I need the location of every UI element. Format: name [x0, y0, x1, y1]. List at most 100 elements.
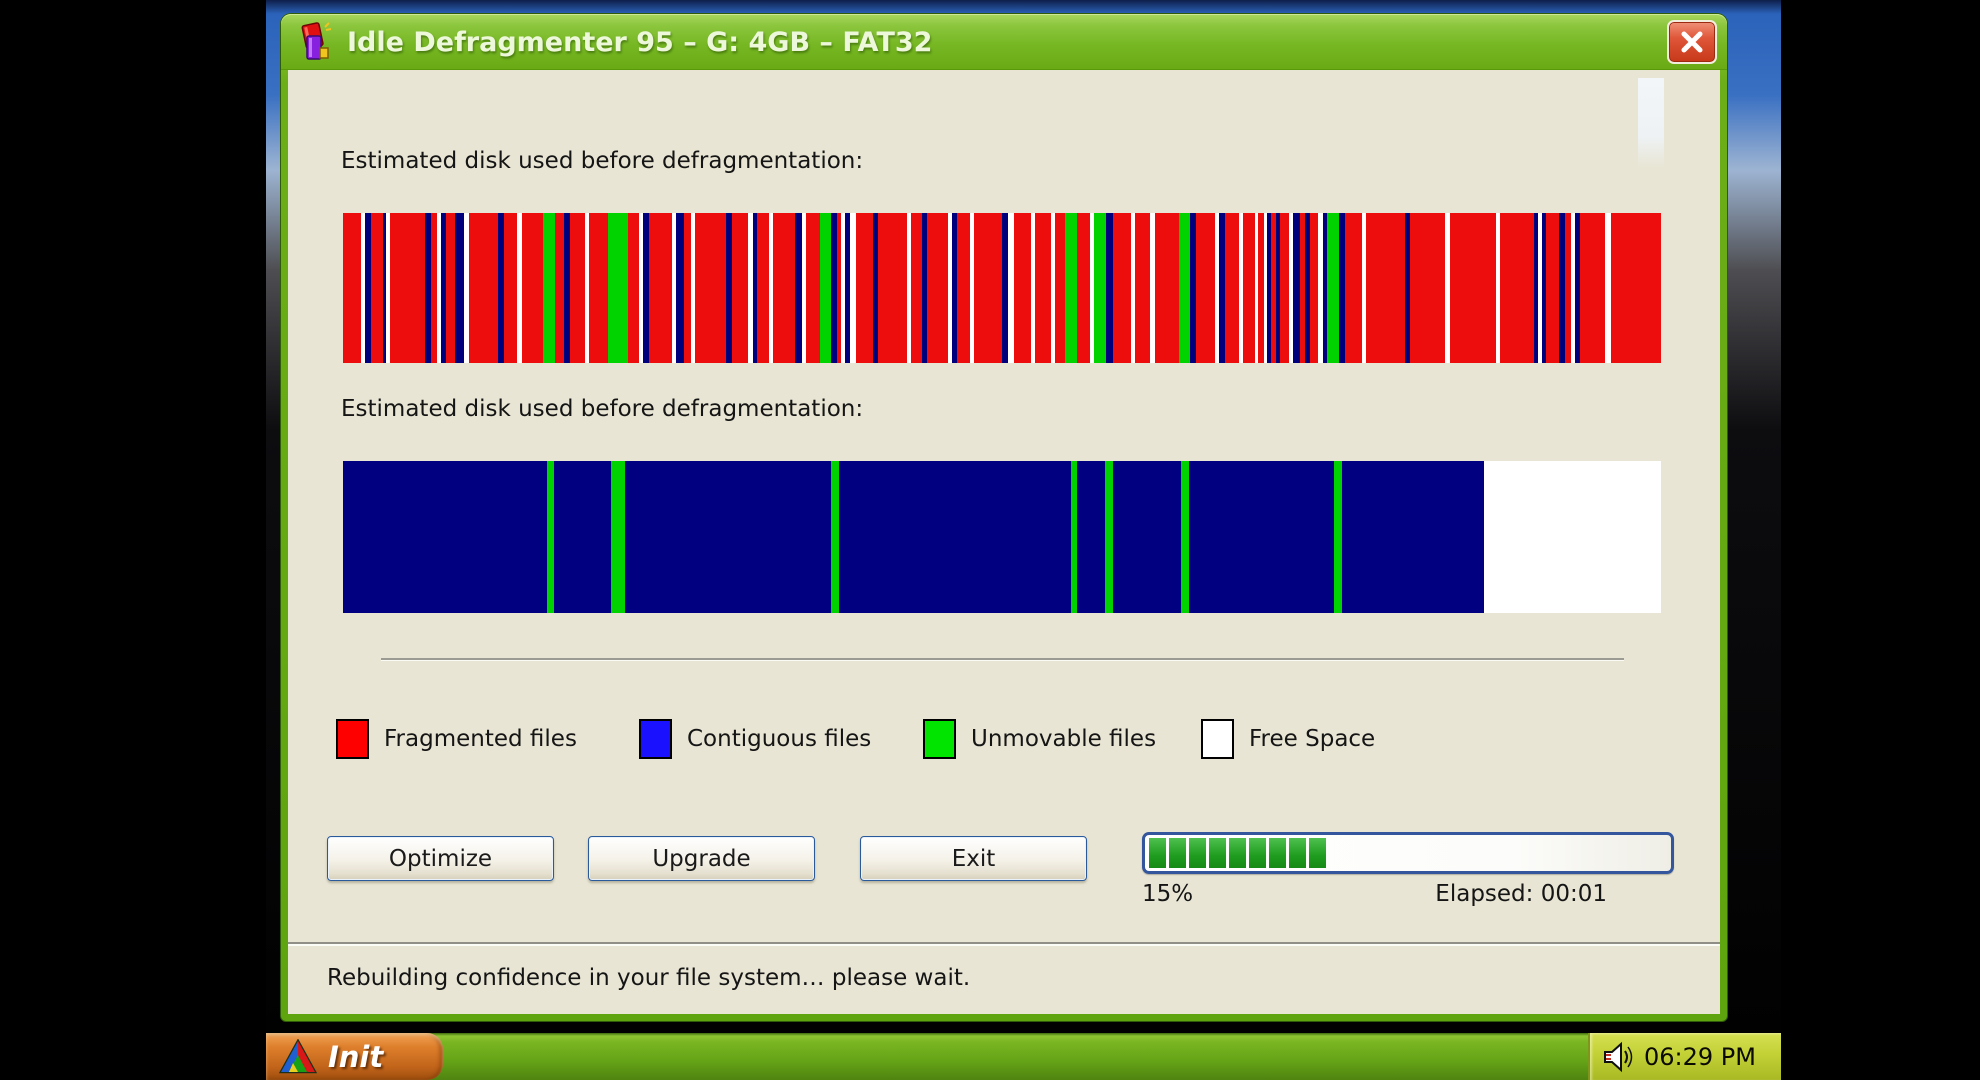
legend-unmovable-label: Unmovable files	[971, 726, 1156, 752]
disk-segment	[878, 213, 907, 363]
disk-segment	[1342, 461, 1484, 613]
disk-segment	[1181, 461, 1189, 613]
disk-segment	[1055, 213, 1066, 363]
disk-segment	[1611, 213, 1661, 363]
upgrade-button[interactable]: Upgrade	[588, 836, 815, 881]
disk-segment	[371, 213, 383, 363]
progress-group: 15% Elapsed: 00:01	[1142, 832, 1674, 907]
progress-block	[1289, 838, 1306, 868]
disk-segment	[1225, 213, 1240, 363]
disk-segment	[1345, 213, 1362, 363]
legend-free-space: Free Space	[1201, 718, 1375, 760]
progress-block	[1249, 838, 1266, 868]
progress-block	[1269, 838, 1286, 868]
status-divider	[288, 942, 1720, 946]
disk-segment	[390, 213, 424, 363]
legend-free-space-swatch	[1201, 719, 1234, 759]
window-title: Idle Defragmenter 95 – G: 4GB – FAT32	[347, 27, 1667, 58]
disk-segment	[455, 213, 464, 363]
disk-segment	[1179, 213, 1191, 363]
disk-segment	[820, 213, 831, 363]
disk-segment	[1280, 213, 1289, 363]
disk-segment	[649, 213, 673, 363]
disk-segment	[1071, 461, 1078, 613]
title-bar[interactable]: Idle Defragmenter 95 – G: 4GB – FAT32	[281, 14, 1727, 70]
progress-block	[1149, 838, 1166, 868]
close-button[interactable]	[1667, 20, 1717, 64]
disk-segment	[1002, 213, 1009, 363]
disk-segment	[522, 213, 543, 363]
disk-segment	[1035, 213, 1051, 363]
disk-segment	[795, 213, 802, 363]
disk-segment	[469, 213, 498, 363]
disk-segment	[1410, 213, 1444, 363]
disk-segment	[773, 213, 795, 363]
desktop-background: Idle Defragmenter 95 – G: 4GB – FAT32 Es…	[266, 0, 1781, 1080]
disk-segment	[1077, 461, 1105, 613]
disk-segment	[1014, 213, 1031, 363]
disk-segment	[1327, 213, 1339, 363]
legend-unmovable: Unmovable files	[923, 718, 1156, 760]
progress-block	[1209, 838, 1226, 868]
disk-segment	[446, 213, 455, 363]
disk-segment	[1310, 213, 1318, 363]
disk-map-before-label: Estimated disk used before defragmentati…	[341, 148, 863, 174]
progress-block	[1309, 838, 1326, 868]
disk-segment	[676, 213, 684, 363]
disk-segment	[555, 213, 564, 363]
start-logo-icon	[279, 1039, 317, 1075]
progress-block	[1229, 838, 1246, 868]
disk-segment	[1135, 213, 1150, 363]
legend-fragmented-swatch	[336, 719, 369, 759]
status-message: Rebuilding confidence in your file syste…	[327, 965, 970, 991]
legend-fragmented-label: Fragmented files	[384, 726, 577, 752]
optimize-button[interactable]: Optimize	[327, 836, 554, 881]
defrag-app-icon	[295, 21, 335, 63]
disk-segment	[1243, 213, 1255, 363]
taskbar-clock[interactable]: 06:29 PM	[1644, 1043, 1756, 1071]
progress-percent: 15%	[1142, 881, 1193, 907]
taskbar: Init 06:29 PM	[266, 1033, 1781, 1080]
exit-button[interactable]: Exit	[860, 836, 1087, 881]
disk-segment	[839, 461, 1071, 613]
disk-map-after	[343, 461, 1661, 613]
disk-segment	[1105, 461, 1113, 613]
start-button[interactable]: Init	[266, 1033, 443, 1080]
system-tray[interactable]: 06:29 PM	[1588, 1033, 1781, 1080]
scrollbar-ghost	[1638, 78, 1664, 168]
disk-segment	[1565, 213, 1572, 363]
disk-segment	[1113, 461, 1182, 613]
disk-segment	[831, 461, 839, 613]
disk-segment	[927, 213, 948, 363]
disk-segment	[628, 213, 640, 363]
disk-segment	[425, 213, 432, 363]
disk-segment	[831, 213, 838, 363]
disk-segment	[1106, 213, 1113, 363]
disk-segment	[1094, 213, 1106, 363]
disk-segment	[343, 461, 547, 613]
disk-segment	[554, 461, 611, 613]
speaker-icon[interactable]	[1602, 1041, 1636, 1073]
disk-segment	[611, 461, 626, 613]
disk-segment	[625, 461, 831, 613]
disk-segment	[757, 213, 769, 363]
disk-segment	[570, 213, 586, 363]
disk-segment	[1196, 213, 1216, 363]
disk-segment	[1293, 213, 1300, 363]
disk-segment	[1450, 213, 1496, 363]
disk-segment	[732, 213, 748, 363]
elapsed-time: Elapsed: 00:01	[1435, 881, 1674, 907]
legend-divider	[381, 658, 1624, 661]
disk-segment	[608, 213, 628, 363]
progress-info: 15% Elapsed: 00:01	[1142, 881, 1674, 907]
progress-block	[1189, 838, 1206, 868]
disk-segment	[1065, 213, 1077, 363]
disk-segment	[1113, 213, 1131, 363]
disk-map-before	[343, 213, 1661, 363]
legend-free-space-label: Free Space	[1249, 726, 1375, 752]
defrag-progress-bar	[1142, 832, 1674, 874]
legend-fragmented: Fragmented files	[336, 718, 577, 760]
disk-segment	[856, 213, 873, 363]
disk-segment	[1155, 213, 1179, 363]
disk-segment	[343, 213, 361, 363]
